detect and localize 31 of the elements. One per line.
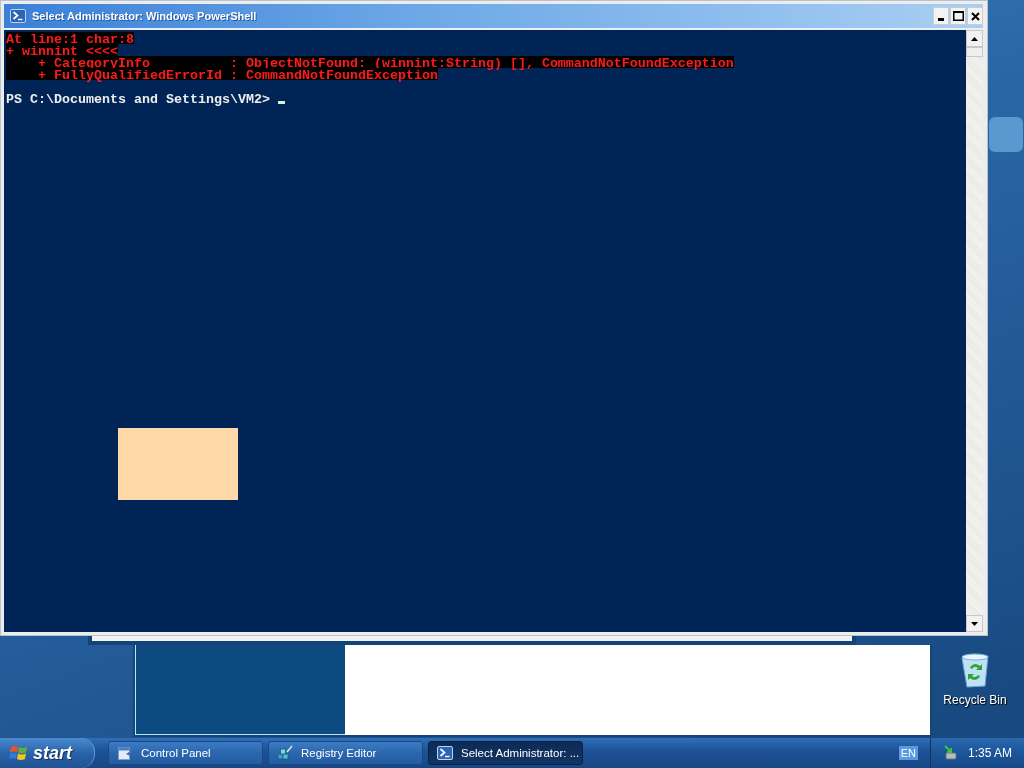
close-button[interactable]: [967, 7, 983, 25]
error-text: + FullyQualifiedErrorId : CommandNotFoundException: [6, 68, 438, 80]
maximize-icon: [952, 11, 964, 21]
clock-time: 1:35 AM: [968, 746, 1013, 760]
taskbar-button[interactable]: Select Administrator: ...: [428, 741, 583, 765]
window-icon: [117, 745, 133, 761]
flag-icon: [9, 744, 28, 762]
prompt-icon: [437, 746, 453, 760]
recycle-bin-icon: [959, 652, 991, 688]
scroll-down-button[interactable]: [966, 615, 983, 632]
prompt-icon: [10, 9, 26, 23]
close-icon: [970, 11, 980, 21]
scrollbar-thumb[interactable]: [966, 47, 983, 57]
prompt-text: PS C:\Documents and Settings\VM2>: [6, 92, 270, 104]
start-button[interactable]: start: [0, 738, 95, 768]
taskbar-button[interactable]: Registry Editor: [268, 741, 423, 765]
device-arrow-icon[interactable]: [943, 745, 957, 761]
window-title: Select Administrator: Windows PowerShell: [32, 10, 258, 22]
up-arrow-icon: [971, 36, 978, 41]
cubes-icon: [277, 745, 293, 761]
minimize-button[interactable]: [933, 7, 949, 25]
scroll-up-button[interactable]: [966, 30, 983, 47]
desktop-shortcut[interactable]: Recycle Bin: [935, 652, 1015, 707]
error-text: + CategoryInfo : ObjectNotFound: (winnint:String) [], CommandNotFoundException: [6, 56, 734, 68]
down-arrow-icon: [971, 621, 978, 626]
rounded-panel: [989, 117, 1023, 152]
maximize-button[interactable]: [950, 7, 966, 25]
error-text: At line:1 char:8: [6, 32, 134, 44]
minimize-icon: [938, 18, 944, 21]
error-text: + winnint <<<<: [6, 44, 118, 56]
taskbar-button[interactable]: Control Panel: [108, 741, 263, 765]
